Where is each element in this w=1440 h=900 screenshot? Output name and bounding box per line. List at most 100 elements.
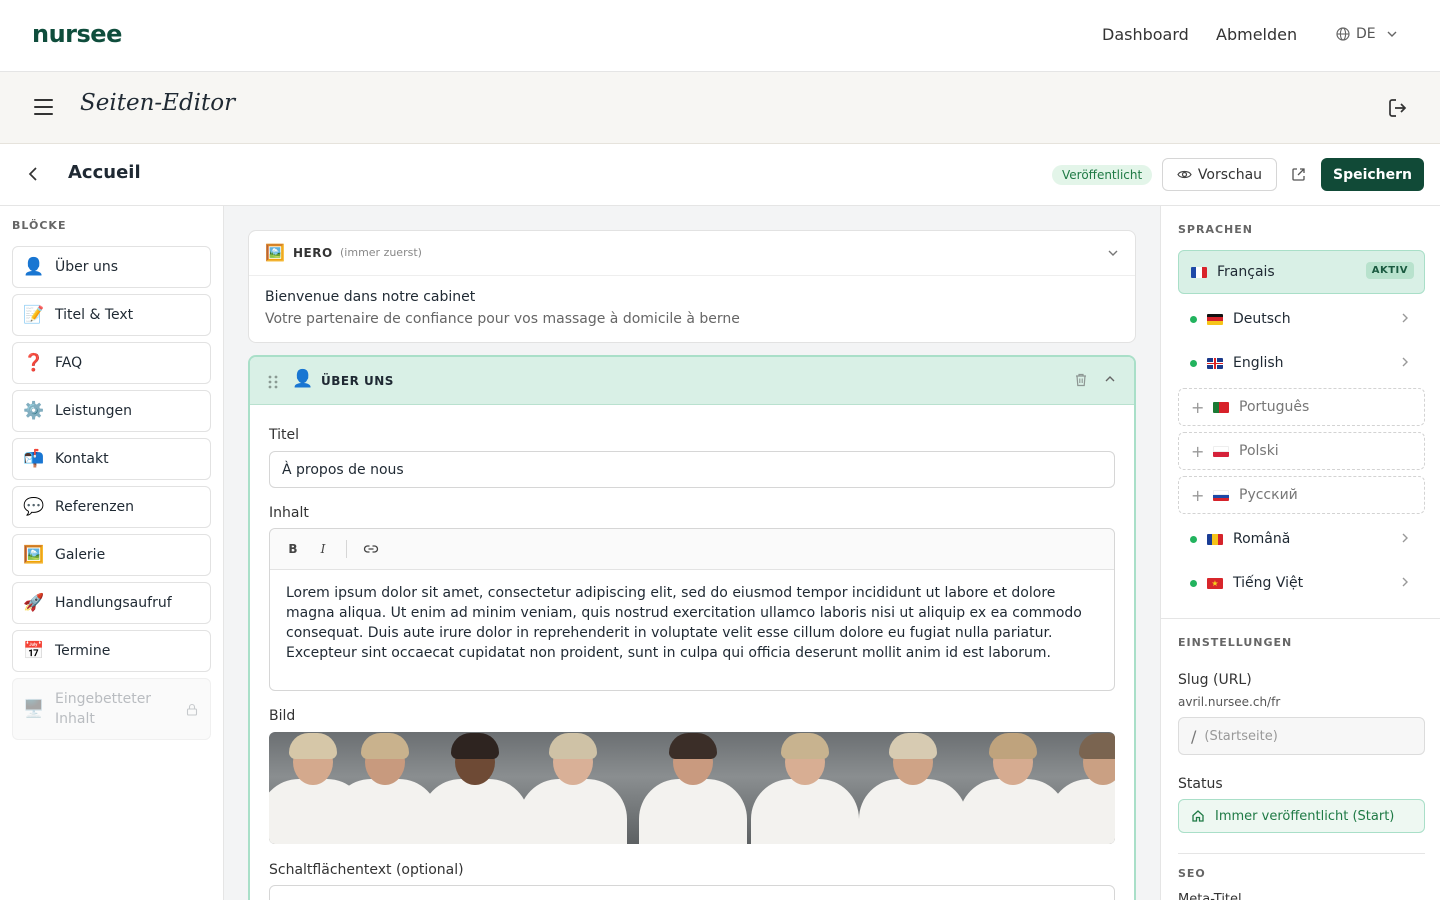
editor-title: Seiten-Editor — [80, 90, 236, 116]
globe-icon — [1336, 27, 1350, 41]
divider — [1161, 618, 1440, 619]
language-item-ro[interactable]: Română — [1178, 519, 1425, 559]
menu-icon[interactable] — [34, 99, 53, 115]
title-label: Titel — [269, 427, 300, 443]
drag-handle-icon[interactable] — [268, 375, 278, 389]
eye-icon — [1177, 170, 1192, 179]
editor-content[interactable]: Lorem ipsum dolor sit amet, consectetur … — [270, 570, 1114, 676]
question-icon: ❓ — [23, 353, 45, 373]
slug-placeholder: (Startseite) — [1204, 728, 1278, 744]
italic-button[interactable]: I — [316, 542, 330, 556]
language-name: English — [1233, 355, 1284, 371]
active-badge: AKTIV — [1365, 262, 1414, 279]
language-name: Română — [1233, 531, 1291, 547]
speech-bubble-icon: 💬 — [23, 497, 45, 517]
chevron-down-icon — [1387, 31, 1397, 37]
chevron-down-icon[interactable] — [1107, 247, 1119, 259]
flag-fr-icon — [1191, 266, 1207, 278]
nav-link-dashboard[interactable]: Dashboard — [1102, 25, 1189, 44]
language-item-vi[interactable]: ★ Tiếng Việt — [1178, 563, 1425, 603]
status-badge: Veröffentlicht — [1052, 165, 1153, 185]
chevron-right-icon — [1402, 533, 1408, 543]
block-item-galerie[interactable]: 🖼️ Galerie — [12, 534, 211, 576]
chevron-right-icon — [1402, 357, 1408, 367]
block-item-leistungen[interactable]: ⚙️ Leistungen — [12, 390, 211, 432]
block-item-ueber-uns[interactable]: 👤 Über uns — [12, 246, 211, 288]
language-name: Deutsch — [1233, 311, 1291, 327]
status-value: Immer veröffentlicht (Start) — [1215, 808, 1395, 824]
hero-label: HERO — [293, 246, 333, 260]
about-block-header[interactable]: 👤 ÜBER UNS — [250, 357, 1134, 405]
hero-title: Bienvenue dans notre cabinet — [265, 289, 476, 305]
editor-header: Seiten-Editor — [0, 72, 1440, 144]
preview-label: Vorschau — [1197, 166, 1263, 183]
image-label: Bild — [269, 708, 296, 724]
main-content: 🖼️ HERO (immer zuerst) Bienvenue dans no… — [224, 206, 1160, 900]
preview-button[interactable]: Vorschau — [1162, 158, 1277, 191]
logo[interactable]: nursee — [32, 20, 122, 48]
lock-icon — [186, 703, 198, 716]
block-label: Über uns — [55, 259, 118, 275]
block-item-handlungsaufruf[interactable]: 🚀 Handlungsaufruf — [12, 582, 211, 624]
block-label: FAQ — [55, 355, 83, 371]
content-label: Inhalt — [269, 505, 309, 521]
language-name: Français — [1217, 264, 1275, 280]
title-input[interactable]: À propos de nous — [269, 451, 1115, 488]
monitor-icon: 🖥️ — [23, 699, 45, 719]
language-name: Tiếng Việt — [1233, 575, 1304, 591]
person-icon: 👤 — [23, 257, 45, 277]
block-label: Handlungsaufruf — [55, 595, 172, 611]
gear-icon: ⚙️ — [23, 401, 45, 421]
done-indicator — [1190, 535, 1197, 543]
language-item-pl[interactable]: + Polski — [1178, 432, 1425, 470]
home-icon — [1192, 810, 1204, 822]
slug-input[interactable]: / (Startseite) — [1178, 717, 1425, 755]
block-label: Leistungen — [55, 403, 132, 419]
memo-icon: 📝 — [23, 305, 45, 325]
chevron-up-icon[interactable] — [1104, 373, 1116, 385]
language-item-de[interactable]: Deutsch — [1178, 299, 1425, 339]
hero-block-header[interactable]: 🖼️ HERO (immer zuerst) — [249, 231, 1135, 276]
divider — [1178, 853, 1425, 854]
block-label: Termine — [55, 643, 111, 659]
slug-label: Slug (URL) — [1178, 672, 1252, 688]
status-indicator: Immer veröffentlicht (Start) — [1178, 799, 1425, 833]
save-button[interactable]: Speichern — [1321, 158, 1424, 191]
link-icon[interactable] — [363, 543, 379, 555]
meta-title-label: Meta-Titel — [1178, 892, 1242, 900]
person-icon: 👤 — [292, 369, 314, 389]
status-label: Status — [1178, 776, 1223, 792]
language-item-en[interactable]: English — [1178, 343, 1425, 383]
block-item-referenzen[interactable]: 💬 Referenzen — [12, 486, 211, 528]
back-icon[interactable] — [26, 166, 42, 182]
rich-text-editor[interactable]: B I Lorem ipsum dolor sit amet, consecte… — [269, 528, 1115, 691]
flag-gb-icon — [1207, 357, 1223, 369]
block-item-titel-text[interactable]: 📝 Titel & Text — [12, 294, 211, 336]
about-label: ÜBER UNS — [321, 374, 394, 388]
language-item-fr[interactable]: Français AKTIV — [1178, 250, 1425, 294]
bold-button[interactable]: B — [286, 542, 300, 556]
language-name: Русский — [1239, 487, 1298, 503]
block-item-termine[interactable]: 📅 Termine — [12, 630, 211, 672]
about-block: 👤 ÜBER UNS Titel À propos de nous Inhalt… — [248, 355, 1136, 900]
hero-note: (immer zuerst) — [340, 246, 422, 259]
block-label: Titel & Text — [55, 307, 134, 323]
external-link-icon[interactable] — [1291, 167, 1306, 182]
block-item-faq[interactable]: ❓ FAQ — [12, 342, 211, 384]
flag-ro-icon — [1207, 533, 1223, 545]
image-preview[interactable] — [269, 732, 1115, 844]
language-switcher[interactable]: DE — [1336, 26, 1398, 42]
block-label: Galerie — [55, 547, 106, 563]
language-item-ru[interactable]: + Русский — [1178, 476, 1425, 514]
exit-editor-icon[interactable] — [1387, 97, 1409, 119]
block-item-kontakt[interactable]: 📬 Kontakt — [12, 438, 211, 480]
hero-block[interactable]: 🖼️ HERO (immer zuerst) Bienvenue dans no… — [248, 230, 1136, 343]
button-text-input[interactable] — [269, 885, 1115, 900]
picture-icon: 🖼️ — [23, 545, 45, 565]
trash-icon[interactable] — [1074, 372, 1088, 387]
language-item-pt[interactable]: + Português — [1178, 388, 1425, 426]
plus-icon: + — [1191, 441, 1205, 461]
nav-link-logout[interactable]: Abmelden — [1216, 25, 1297, 44]
done-indicator — [1190, 579, 1197, 587]
mailbox-icon: 📬 — [23, 449, 45, 469]
